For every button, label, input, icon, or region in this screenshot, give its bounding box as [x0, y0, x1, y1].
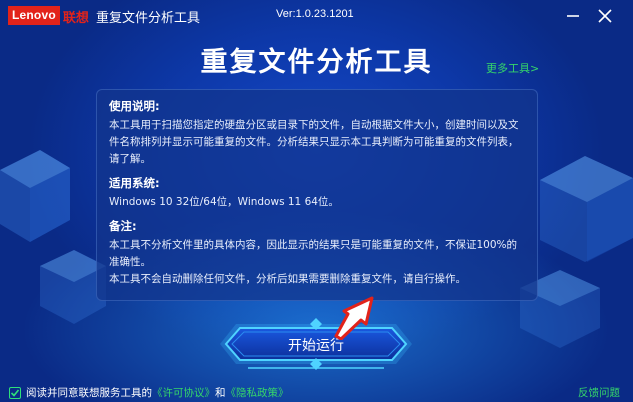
more-tools-link[interactable]: 更多工具> — [486, 60, 539, 76]
close-icon — [598, 9, 612, 23]
agreement-row: 阅读并同意联想服务工具的 《许可协议》 和 《隐私政策》 — [9, 385, 289, 400]
systems-text: Windows 10 32位/64位，Windows 11 64位。 — [109, 196, 339, 208]
instructions-panel: 使用说明: 本工具用于扫描您指定的硬盘分区或目录下的文件，自动根据文件大小，创建… — [96, 89, 538, 301]
start-button-frame — [220, 318, 412, 370]
window-title: 重复文件分析工具 — [96, 11, 201, 26]
logo-lenovo-text: Lenovo — [8, 6, 60, 25]
cube-icon — [0, 150, 70, 242]
notes-text-2: 本工具不会自动删除任何文件，分析后如果需要删除重复文件，请自行操作。 — [109, 273, 466, 285]
close-button[interactable] — [592, 4, 618, 28]
usage-text: 本工具用于扫描您指定的硬盘分区或目录下的文件，自动根据文件大小，创建时间以及文件… — [109, 119, 519, 165]
notes-text-1: 本工具不分析文件里的具体内容，因此显示的结果只是可能重复的文件，不保证100%的… — [109, 239, 518, 268]
check-icon — [10, 388, 20, 397]
version-label: Ver:1.0.23.1201 — [276, 8, 354, 20]
privacy-link[interactable]: 《隐私政策》 — [226, 385, 289, 400]
systems-title: 适用系统: — [109, 176, 160, 190]
title-bar: Lenovo 联想 重复文件分析工具 Ver:1.0.23.1201 — [0, 0, 633, 34]
and-text: 和 — [215, 387, 226, 399]
notes-title: 备注: — [109, 219, 137, 233]
lenovo-logo: Lenovo 联想 — [8, 6, 92, 25]
logo-cn-text: 联想 — [62, 10, 89, 25]
start-button[interactable]: 开始运行 — [218, 316, 414, 372]
feedback-link[interactable]: 反馈问题 — [578, 385, 620, 400]
cube-icon — [540, 156, 633, 262]
license-link[interactable]: 《许可协议》 — [152, 385, 215, 400]
arrow-pointer-icon — [334, 296, 374, 340]
usage-title: 使用说明: — [109, 99, 160, 113]
agree-text: 阅读并同意联想服务工具的 — [26, 387, 152, 399]
agree-checkbox[interactable] — [9, 386, 21, 399]
minimize-icon — [567, 15, 579, 17]
minimize-button[interactable] — [560, 4, 586, 28]
